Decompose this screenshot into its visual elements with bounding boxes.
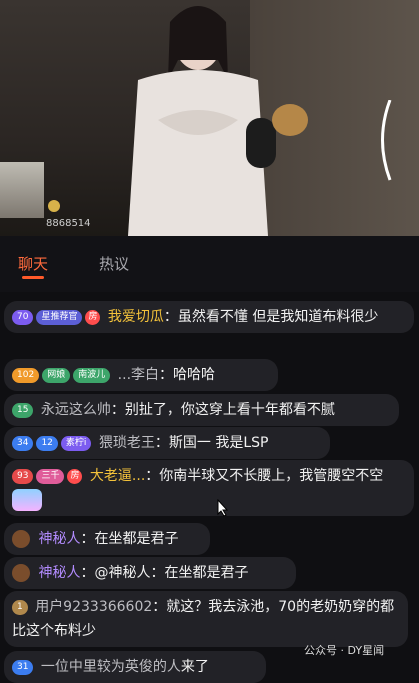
level-badge: 102 (12, 367, 40, 383)
message-text: ：哈哈哈 (159, 367, 216, 383)
username[interactable]: 猥琐老王 (99, 435, 155, 451)
username[interactable]: 永远这么帅 (41, 402, 111, 418)
message-text: 来了 (180, 659, 209, 675)
level-badge: 15 (12, 402, 34, 418)
pip-video-thumbnail[interactable] (0, 162, 44, 218)
chat-message: 34 12 素柠i 猥琐老王：斯国一 我是LSP (4, 427, 330, 459)
chat-message: 93 三千房 大老逼...：你南半球又不长腰上，我管腰空不空 (4, 460, 414, 516)
message-text: ：斯国一 我是LSP (154, 435, 269, 451)
watermark-text: 公众号 · DY星闻 (304, 644, 385, 657)
level-badge: 31 (12, 659, 34, 675)
sticker-image (12, 489, 42, 511)
message-text: ：@神秘人：在坐都是君子 (80, 565, 249, 581)
live-video-player[interactable]: 8868514 (0, 0, 419, 236)
level-badge: 70 (12, 309, 34, 325)
fan-badge: 网娘 (42, 367, 71, 383)
username[interactable]: 神秘人 (38, 565, 80, 581)
chat-message: 70 星推荐官房 我爱切瓜：虽然看不懂 但是我知道布料很少 (4, 301, 414, 333)
chat-message: 15 永远这么帅：别扯了，你这穿上看十年都看不腻 (4, 394, 399, 426)
tab-chat[interactable]: 聊天 (18, 253, 48, 274)
username[interactable]: 一位中里较为英俊的人 (41, 659, 181, 675)
fan-level-badge: 12 (36, 435, 58, 451)
username[interactable]: ...李白 (118, 367, 159, 383)
chat-message: 神秘人：在坐都是君子 (4, 523, 210, 555)
username[interactable]: 我爱切瓜 (108, 309, 164, 325)
fan-club-badge: 素柠i (60, 435, 92, 451)
fan-club-badge: 南波儿 (73, 367, 111, 383)
chat-message: 1 用户9233366602：就这？我去泳池，70的老奶奶穿的都比这个布料少 (4, 591, 408, 647)
username[interactable]: 大老逼... (90, 468, 145, 484)
message-text: ：别扯了，你这穿上看十年都看不腻 (110, 402, 335, 418)
mystery-avatar-icon (12, 530, 30, 548)
chat-message: 102 网娘 南波儿 ...李白：哈哈哈 (4, 359, 278, 391)
level-badge: 93 (12, 468, 34, 484)
fan-badge: 星推荐官 (36, 309, 83, 325)
room-admin-badge: 房 (85, 309, 101, 325)
arm-stand-icon (381, 100, 392, 181)
level-badge: 34 (12, 435, 34, 451)
room-admin-badge: 房 (67, 468, 83, 484)
microphone-icon (246, 104, 308, 168)
level-badge: 1 (12, 599, 28, 615)
message-text: ：虽然看不懂 但是我知道布料很少 (163, 309, 379, 325)
message-text: ：在坐都是君子 (80, 531, 179, 547)
username[interactable]: 神秘人 (38, 531, 80, 547)
mystery-avatar-icon (12, 564, 30, 582)
message-text: ：你南半球又不长腰上，我管腰空不空 (145, 468, 384, 484)
username[interactable]: 用户9233366602 (35, 599, 152, 615)
chat-message: 31 一位中里较为英俊的人来了 (4, 651, 266, 683)
tab-bar: 聊天 热议 (0, 236, 419, 292)
room-logo-icon (48, 200, 60, 212)
chat-message: 神秘人：@神秘人：在坐都是君子 (4, 557, 296, 589)
fan-club-badge: 三千 (36, 468, 65, 484)
tab-hot-discussion[interactable]: 热议 (99, 253, 129, 274)
room-id-text: 8868514 (46, 218, 91, 229)
active-tab-indicator (22, 276, 44, 279)
